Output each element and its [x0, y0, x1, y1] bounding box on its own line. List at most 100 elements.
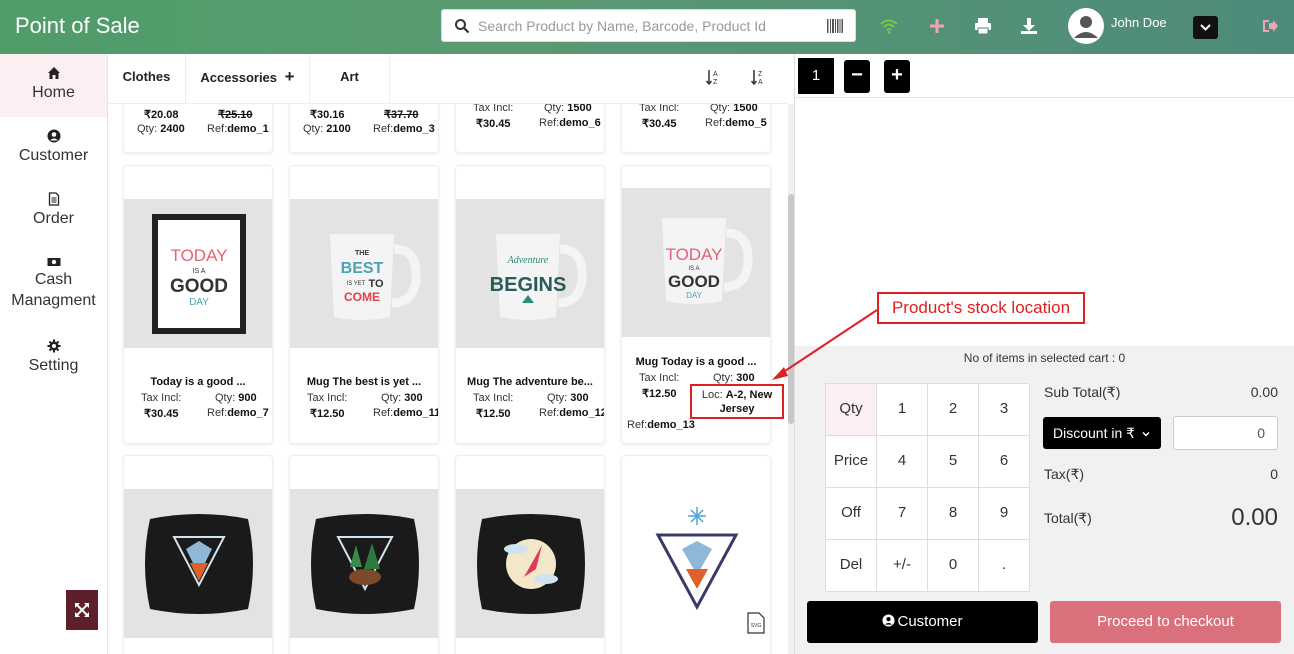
select-customer-button[interactable]: Customer: [807, 601, 1038, 643]
add-cart-button[interactable]: +: [884, 60, 910, 93]
sort-alpha-asc-icon[interactable]: AZ: [705, 68, 721, 86]
chevron-down-icon: [1200, 24, 1211, 31]
product-card[interactable]: THE BEST IS YET TO COME Mug The best is …: [289, 165, 439, 444]
product-name: Mug The best is yet ...: [306, 376, 422, 388]
numeric-keypad: Qty 1 2 3 Price 4 5 6 Off 7 8 9 Del +/- …: [825, 383, 1030, 592]
expand-icon: [75, 603, 89, 617]
user-dropdown-button[interactable]: [1193, 16, 1218, 39]
svg-text:COME: COME: [344, 290, 380, 304]
search-input[interactable]: [478, 14, 818, 38]
discount-input[interactable]: [1173, 416, 1278, 450]
key-9[interactable]: 9: [979, 488, 1030, 540]
search-bar[interactable]: [441, 9, 856, 42]
key-6[interactable]: 6: [979, 436, 1030, 488]
product-image: Adventure BEGINS: [456, 199, 604, 348]
key-0[interactable]: 0: [928, 540, 979, 592]
user-menu[interactable]: John Doe: [1068, 8, 1238, 46]
tax-value: 0: [1270, 466, 1278, 482]
logout-icon[interactable]: [1262, 18, 1278, 34]
total-value: 0.00: [1231, 504, 1278, 531]
sidebar-item-cash-management[interactable]: Cash Managment: [0, 243, 107, 327]
add-subcategory-icon[interactable]: +: [285, 67, 295, 86]
product-card[interactable]: Tax Incl: Qty: 1500 ₹30.45 Ref:demo_6: [455, 104, 605, 153]
svg-text:TODAY: TODAY: [666, 245, 723, 264]
svg-file-icon: SVG: [747, 612, 765, 634]
category-tabs: Clothes Accessories + Art AZ ZA: [108, 54, 788, 104]
svg-text:THE: THE: [355, 250, 369, 257]
chevron-down-icon: [1142, 432, 1150, 437]
key-4[interactable]: 4: [877, 436, 928, 488]
tab-clothes[interactable]: Clothes: [108, 54, 186, 104]
svg-text:A: A: [713, 71, 718, 78]
tab-art[interactable]: Art: [310, 54, 390, 104]
key-plus-minus[interactable]: +/-: [877, 540, 928, 592]
download-icon[interactable]: [1019, 16, 1039, 36]
sidebar-item-label: Setting: [28, 357, 79, 374]
barcode-icon[interactable]: [827, 19, 843, 33]
product-card[interactable]: ₹30.16 ₹37.70 Qty: 2100 Ref:demo_3: [289, 104, 439, 153]
product-card[interactable]: [289, 455, 439, 654]
cart-tab-1[interactable]: 1: [798, 58, 834, 94]
product-image: [124, 489, 272, 638]
product-image: TODAY IS A GOOD DAY: [124, 199, 272, 348]
product-name: Mug Today is a good ...: [635, 356, 757, 368]
svg-text:A: A: [758, 79, 763, 86]
key-5[interactable]: 5: [928, 436, 979, 488]
product-card[interactable]: SVG: [621, 455, 771, 654]
key-1[interactable]: 1: [877, 384, 928, 436]
home-icon: [47, 67, 60, 79]
product-card[interactable]: [455, 455, 605, 654]
sidebar-item-label: Cash Managment: [11, 271, 96, 309]
svg-text:IS A: IS A: [193, 268, 206, 275]
product-name: Today is a good ...: [150, 376, 246, 388]
key-7[interactable]: 7: [877, 488, 928, 540]
delete-button[interactable]: Del: [826, 540, 877, 592]
search-icon: [455, 19, 470, 34]
product-image: [456, 489, 604, 638]
subtotal-label: Sub Total(₹): [1044, 384, 1121, 400]
key-decimal[interactable]: .: [979, 540, 1030, 592]
fullscreen-button[interactable]: [66, 590, 98, 630]
document-icon: [48, 192, 59, 206]
sidebar-item-home[interactable]: Home: [0, 54, 107, 117]
tab-accessories[interactable]: Accessories +: [186, 54, 310, 104]
mode-off-button[interactable]: Off: [826, 488, 877, 540]
user-circle-icon: [882, 614, 896, 627]
key-3[interactable]: 3: [979, 384, 1030, 436]
wifi-icon[interactable]: [879, 16, 899, 36]
sidebar-item-customer[interactable]: Customer: [0, 117, 107, 180]
mode-price-button[interactable]: Price: [826, 436, 877, 488]
key-2[interactable]: 2: [928, 384, 979, 436]
product-card[interactable]: ₹20.08 ₹25.10 Qty: 2400 Ref:demo_1: [123, 104, 273, 153]
app-header: Point of Sale John Doe: [0, 0, 1294, 54]
svg-text:Z: Z: [758, 71, 763, 78]
sort-alpha-desc-icon[interactable]: ZA: [750, 68, 766, 86]
mode-qty-button[interactable]: Qty: [826, 384, 877, 436]
checkout-button[interactable]: Proceed to checkout: [1050, 601, 1281, 643]
subtotal-value: 0.00: [1250, 384, 1278, 400]
product-image: [290, 489, 438, 638]
discount-type-dropdown[interactable]: Discount in ₹: [1043, 417, 1161, 449]
product-card[interactable]: Tax Incl: Qty: 1500 ₹30.45 Ref:demo_5: [621, 104, 771, 153]
product-card[interactable]: [123, 455, 273, 654]
product-card[interactable]: TODAY IS A GOOD DAY Today is a good ... …: [123, 165, 273, 444]
user-name: John Doe: [1111, 15, 1167, 30]
plus-icon[interactable]: [927, 16, 947, 36]
sidebar-item-label: Home: [32, 84, 75, 101]
key-8[interactable]: 8: [928, 488, 979, 540]
sidebar-item-setting[interactable]: Setting: [0, 327, 107, 390]
items-count: No of items in selected cart : 0: [963, 351, 1126, 365]
sidebar-item-order[interactable]: Order: [0, 180, 107, 243]
printer-icon[interactable]: [973, 16, 993, 36]
product-image: THE BEST IS YET TO COME: [290, 199, 438, 348]
svg-text:GOOD: GOOD: [170, 276, 228, 297]
sidebar-item-label: Customer: [18, 147, 89, 164]
tax-label: Tax(₹): [1044, 466, 1085, 482]
sidebar: Home Customer Order Cash Managment Setti…: [0, 54, 108, 654]
svg-text:GOOD: GOOD: [668, 272, 720, 291]
remove-cart-button[interactable]: −: [844, 60, 870, 93]
sidebar-item-label: Order: [33, 210, 74, 227]
product-card[interactable]: Adventure BEGINS Mug The adventure be...…: [455, 165, 605, 444]
product-grid: ₹20.08 ₹25.10 Qty: 2400 Ref:demo_1 ₹30.1…: [108, 104, 788, 654]
svg-text:DAY: DAY: [686, 291, 703, 300]
